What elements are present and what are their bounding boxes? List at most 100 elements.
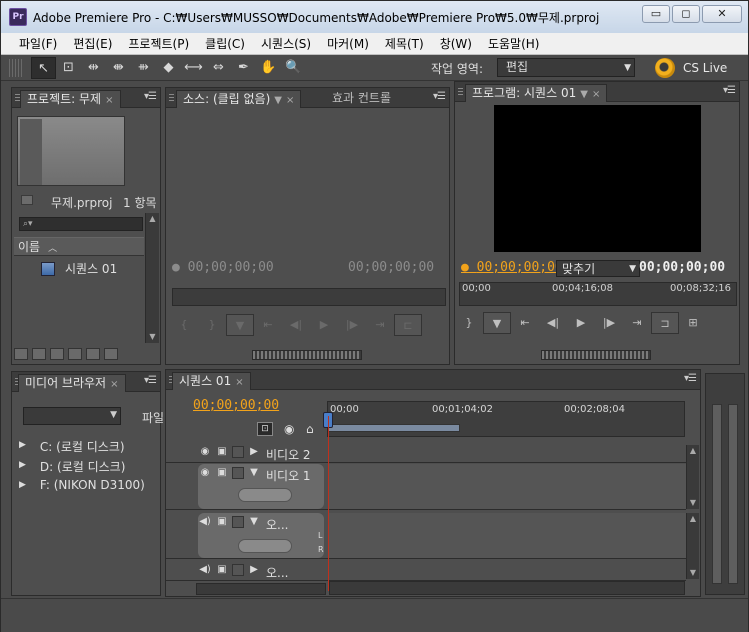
- scroll-down-icon[interactable]: ▼: [146, 331, 159, 343]
- zoom-tool-icon[interactable]: 🔍: [281, 57, 306, 79]
- scroll-down-icon[interactable]: ▼: [687, 497, 699, 509]
- tab-sequence[interactable]: 시퀀스 01 ×: [172, 372, 251, 390]
- track-lock-box[interactable]: [232, 516, 244, 528]
- timeline-horizontal-scrollbar[interactable]: [329, 581, 685, 595]
- menu-file[interactable]: 파일(F): [11, 35, 65, 52]
- project-scrollbar[interactable]: ▲ ▼: [145, 213, 159, 343]
- audio-tracks-scrollbar[interactable]: ▲ ▼: [686, 513, 699, 579]
- keyframe-pill[interactable]: [238, 539, 292, 553]
- program-time-ruler[interactable]: 00;00 00;04;16;08 00;08;32;16: [459, 282, 737, 306]
- timeline-timecode[interactable]: 00;00;00;00: [193, 398, 279, 413]
- ripple-edit-tool-icon[interactable]: ⇹: [81, 57, 106, 79]
- close-icon[interactable]: ×: [105, 95, 113, 106]
- menu-title[interactable]: 제목(T): [377, 35, 432, 52]
- play-icon[interactable]: ▶: [567, 312, 595, 334]
- chevron-down-icon[interactable]: ▼: [274, 95, 282, 106]
- eye-icon[interactable]: ◉: [198, 446, 212, 458]
- close-button[interactable]: ✕: [702, 5, 742, 23]
- scroll-up-icon[interactable]: ▲: [687, 445, 699, 457]
- keyframe-pill[interactable]: [238, 488, 292, 502]
- step-forward-icon[interactable]: |▶: [595, 312, 623, 334]
- project-item-sequence[interactable]: 시퀀스 01: [41, 260, 117, 277]
- program-timecode-value[interactable]: 00;00;00;00: [477, 260, 563, 275]
- panel-menu-icon[interactable]: ▾☰: [684, 373, 697, 384]
- set-encore-marker-icon[interactable]: ◉: [284, 422, 294, 436]
- go-to-out-icon[interactable]: ⇥: [623, 312, 651, 334]
- scroll-up-icon[interactable]: ▲: [146, 213, 159, 225]
- lift-icon[interactable]: ⊐: [651, 312, 679, 334]
- workspace-select[interactable]: 편집 ▼: [497, 58, 635, 77]
- tab-effect-controls[interactable]: 효과 컨트롤: [326, 90, 397, 108]
- set-marker-icon[interactable]: ▼: [226, 314, 254, 336]
- program-monitor-display[interactable]: [494, 105, 701, 252]
- slide-tool-icon[interactable]: ⇔: [206, 57, 231, 79]
- step-back-icon[interactable]: ◀|: [539, 312, 567, 334]
- menu-edit[interactable]: 편집(E): [65, 35, 120, 52]
- expand-icon[interactable]: ▶: [247, 564, 261, 576]
- selection-tool-icon[interactable]: ↖: [31, 57, 56, 79]
- speaker-icon[interactable]: ◀): [198, 564, 212, 576]
- collapse-icon[interactable]: ▼: [247, 516, 261, 528]
- speaker-icon[interactable]: ◀): [198, 516, 212, 528]
- tab-program[interactable]: 프로그램: 시퀀스 01 ▼ ×: [465, 84, 608, 102]
- close-icon[interactable]: ×: [592, 89, 600, 100]
- cslive-icon[interactable]: [655, 58, 675, 78]
- mark-out-icon[interactable]: }: [455, 312, 483, 334]
- chevron-down-icon[interactable]: ▼: [580, 89, 588, 100]
- program-jog-shuttle[interactable]: [541, 350, 651, 360]
- hand-tool-icon[interactable]: ✋: [256, 57, 281, 79]
- slip-tool-icon[interactable]: ⟷: [181, 57, 206, 79]
- track-content[interactable]: [328, 513, 686, 558]
- panel-menu-icon[interactable]: ▾☰: [433, 91, 446, 102]
- list-view-icon[interactable]: [14, 348, 28, 360]
- program-fit-select[interactable]: 맞추기 ▼: [556, 260, 640, 277]
- razor-tool-icon[interactable]: ◆: [156, 57, 181, 79]
- track-lock-box[interactable]: [232, 467, 244, 479]
- menu-marker[interactable]: 마커(M): [319, 35, 377, 52]
- panel-grip[interactable]: [458, 88, 463, 96]
- new-bin-icon[interactable]: [86, 348, 100, 360]
- drive-item[interactable]: ▶ C: (로컬 디스크): [19, 438, 125, 455]
- toolbar-grip[interactable]: [9, 59, 23, 77]
- menu-clip[interactable]: 클립(C): [197, 35, 253, 52]
- timeline-ruler[interactable]: 00;00 00;01;04;02 00;02;08;04: [327, 401, 685, 437]
- expand-icon[interactable]: ▶: [19, 478, 26, 492]
- column-header-name[interactable]: 이름 ︿: [14, 237, 144, 256]
- panel-menu-icon[interactable]: ▾☰: [144, 375, 157, 386]
- automate-icon[interactable]: [50, 348, 64, 360]
- lock-icon[interactable]: ▣: [215, 467, 229, 479]
- tab-project[interactable]: 프로젝트: 무제 ×: [20, 90, 121, 108]
- source-jog-shuttle[interactable]: [252, 350, 362, 360]
- mark-in-icon[interactable]: {: [170, 314, 198, 336]
- set-marker-icon[interactable]: ▼: [483, 312, 511, 334]
- close-icon[interactable]: ×: [286, 95, 294, 106]
- lock-icon[interactable]: ▣: [215, 564, 229, 576]
- snap-icon[interactable]: ⊡: [257, 422, 273, 436]
- insert-icon[interactable]: ⊏: [394, 314, 422, 336]
- panel-grip[interactable]: [169, 94, 174, 102]
- menu-sequence[interactable]: 시퀀스(S): [253, 35, 319, 52]
- add-marker-icon[interactable]: ⌂: [306, 422, 314, 436]
- work-area-bar[interactable]: [328, 424, 460, 432]
- source-timecode-value[interactable]: 00;00;00;00: [188, 260, 274, 275]
- rate-stretch-tool-icon[interactable]: ⇻: [131, 57, 156, 79]
- eye-icon[interactable]: ◉: [198, 467, 212, 479]
- find-icon[interactable]: [68, 348, 82, 360]
- new-item-icon[interactable]: [104, 348, 118, 360]
- drive-item[interactable]: ▶ F: (NIKON D3100): [19, 478, 145, 492]
- menu-project[interactable]: 프로젝트(P): [120, 35, 197, 52]
- menu-window[interactable]: 창(W): [432, 35, 480, 52]
- lock-icon[interactable]: ▣: [215, 446, 229, 458]
- source-timecode[interactable]: ● 00;00;00;00: [172, 260, 274, 275]
- go-to-in-icon[interactable]: ⇤: [511, 312, 539, 334]
- expand-icon[interactable]: ▶: [19, 438, 26, 455]
- video-tracks-scrollbar[interactable]: ▲ ▼: [686, 445, 699, 509]
- step-back-icon[interactable]: ◀|: [282, 314, 310, 336]
- program-timecode[interactable]: ● 00;00;00;00: [461, 260, 563, 275]
- collapse-icon[interactable]: ▼: [247, 467, 261, 479]
- timeline-zoom-slider[interactable]: [196, 583, 326, 595]
- track-content[interactable]: [328, 464, 686, 509]
- cslive-label[interactable]: CS Live: [683, 61, 727, 75]
- minimize-button[interactable]: ▭: [642, 5, 670, 23]
- project-search-input[interactable]: ⌕▾: [19, 217, 143, 231]
